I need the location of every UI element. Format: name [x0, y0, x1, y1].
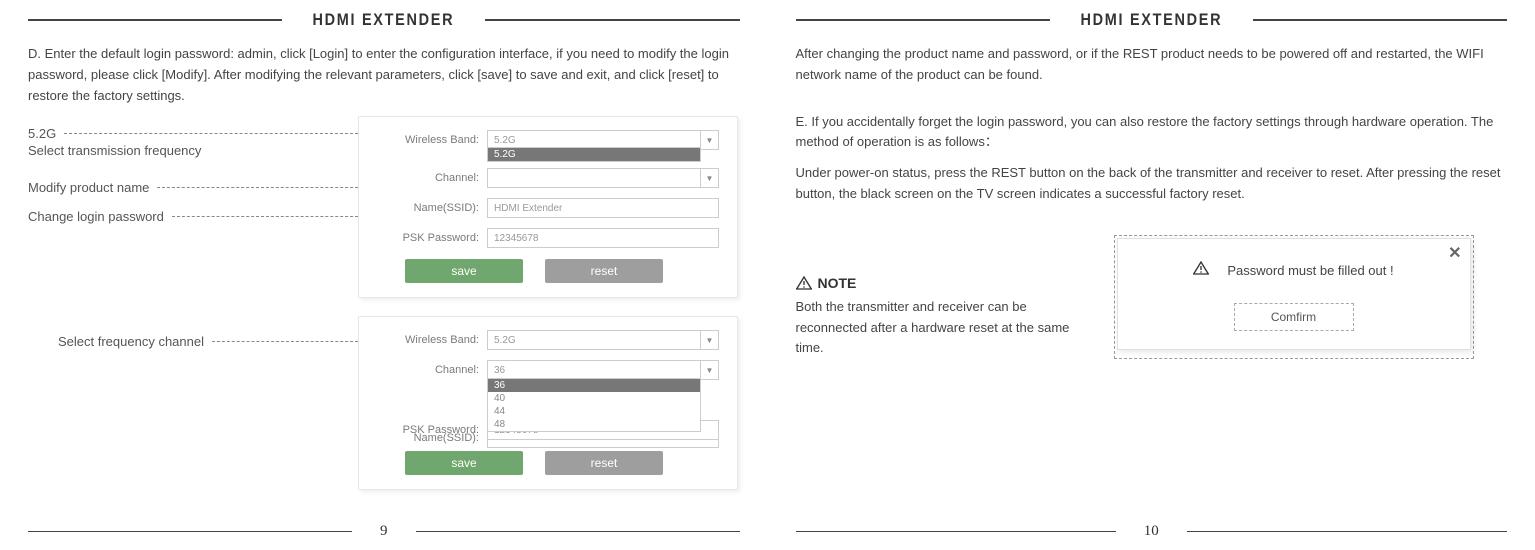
paragraph-e: E. If you accidentally forget the login … [796, 112, 1508, 154]
chevron-down-icon: ▼ [700, 131, 718, 149]
annotation-band: 5.2G [28, 126, 358, 141]
label-wireless-band: Wireless Band: [369, 334, 479, 346]
input-psk[interactable]: 12345678 [487, 228, 719, 248]
annotation-band-line1: 5.2G [28, 126, 56, 141]
select-channel-2[interactable]: 36 ▼ [487, 360, 719, 380]
dialog-inner: ✕ Password must be filled out ! Comfirm [1117, 238, 1471, 350]
config-panel-channel: Wireless Band: 5.2G ▼ Channel: 36 ▼ 36 4… [358, 316, 738, 490]
dropdown-option[interactable]: 40 [488, 392, 700, 405]
note-body: Both the transmitter and receiver can be… [796, 297, 1086, 359]
annotation-channel-text: Select frequency channel [58, 334, 204, 349]
dropdown-option[interactable]: 48 [488, 418, 700, 431]
annotation-password: Change login password [28, 209, 358, 224]
row-psk: PSK Password: 12345678 [369, 227, 719, 249]
header-rule-left [28, 19, 282, 21]
warning-icon [796, 276, 812, 290]
label-channel: Channel: [369, 364, 479, 376]
note-title: NOTE [818, 275, 857, 291]
button-row: save reset [369, 259, 719, 283]
button-row-2: save reset [369, 451, 719, 475]
dashed-connector [64, 133, 358, 134]
save-button[interactable]: save [405, 451, 523, 475]
dropdown-option[interactable]: 44 [488, 405, 700, 418]
page-number: 10 [1144, 523, 1159, 540]
footer-rule-left [796, 531, 1116, 532]
paragraph-after-change: After changing the product name and pass… [796, 44, 1508, 86]
select-channel[interactable]: ▼ [487, 168, 719, 188]
page-left: HDMI EXTENDER D. Enter the default login… [0, 0, 768, 550]
footer-rule-right [1187, 531, 1507, 532]
page-footer: 9 [28, 523, 740, 540]
confirm-button[interactable]: Comfirm [1234, 303, 1354, 331]
header-title: HDMI EXTENDER [313, 10, 455, 30]
page-header: HDMI EXTENDER [796, 10, 1508, 30]
chevron-down-icon: ▼ [700, 169, 718, 187]
dropdown-channel[interactable]: 36 40 44 48 [487, 378, 701, 432]
chevron-down-icon: ▼ [700, 331, 718, 349]
config-panel-band: Wireless Band: 5.2G ▼ 5.2G Channel: ▼ [358, 116, 738, 298]
input-psk-value: 12345678 [494, 233, 539, 244]
dropdown-option[interactable]: 36 [488, 379, 700, 392]
header-rule-right [1253, 19, 1507, 21]
dashed-connector [212, 341, 358, 342]
input-name[interactable]: HDMI Extender [487, 198, 719, 218]
dialog-message: Password must be filled out ! [1227, 263, 1393, 278]
header-rule-left [796, 19, 1050, 21]
dashed-connector [172, 216, 358, 217]
note-head: NOTE [796, 275, 1086, 291]
note-and-dialog: NOTE Both the transmitter and receiver c… [796, 235, 1508, 359]
dialog-box: ✕ Password must be filled out ! Comfirm [1114, 235, 1474, 359]
row-wireless-band: Wireless Band: 5.2G ▼ 5.2G [369, 129, 719, 151]
page-header: HDMI EXTENDER [28, 10, 740, 30]
select-wireless-band-2[interactable]: 5.2G ▼ [487, 330, 719, 350]
dropdown-wireless-band[interactable]: 5.2G [487, 147, 701, 162]
row-name: Name(SSID): HDMI Extender [369, 197, 719, 219]
label-psk: PSK Password: [369, 424, 479, 436]
label-channel: Channel: [369, 172, 479, 184]
annotation-band-line2: Select transmission frequency [28, 143, 201, 158]
select-wireless-band-value: 5.2G [494, 135, 516, 146]
row-wireless-band-2: Wireless Band: 5.2G ▼ [369, 329, 719, 351]
footer-rule-right [416, 531, 740, 532]
annotation-channel: Select frequency channel [28, 334, 358, 349]
label-name: Name(SSID): [369, 202, 479, 214]
footer-rule-left [28, 531, 352, 532]
note-block: NOTE Both the transmitter and receiver c… [796, 235, 1086, 359]
dropdown-option[interactable]: 5.2G [488, 148, 700, 161]
select-wireless-band-2-value: 5.2G [494, 335, 516, 346]
panels-column: Wireless Band: 5.2G ▼ 5.2G Channel: ▼ [358, 116, 740, 508]
dashed-connector [157, 187, 358, 188]
label-wireless-band: Wireless Band: [369, 134, 479, 146]
input-name-value: HDMI Extender [494, 203, 562, 214]
annotation-band-2: Select transmission frequency [28, 143, 358, 158]
annotations-column: 5.2G Select transmission frequency Modif… [28, 116, 358, 508]
close-icon[interactable]: ✕ [1448, 243, 1461, 263]
row-channel-2: Channel: 36 ▼ 36 40 44 48 [369, 359, 719, 381]
row-channel: Channel: ▼ [369, 167, 719, 189]
warning-icon [1193, 261, 1215, 281]
page-footer: 10 [796, 523, 1508, 540]
header-rule-right [485, 19, 739, 21]
label-psk: PSK Password: [369, 232, 479, 244]
save-button[interactable]: save [405, 259, 523, 283]
intro-paragraph: D. Enter the default login password: adm… [28, 44, 740, 106]
annotation-name: Modify product name [28, 180, 358, 195]
dialog-message-row: Password must be filled out ! [1118, 261, 1470, 281]
header-title: HDMI EXTENDER [1080, 10, 1222, 30]
left-content: 5.2G Select transmission frequency Modif… [28, 116, 740, 508]
annotation-password-text: Change login password [28, 209, 164, 224]
reset-button[interactable]: reset [545, 451, 663, 475]
chevron-down-icon: ▼ [700, 361, 718, 379]
page-right: HDMI EXTENDER After changing the product… [768, 0, 1535, 550]
reset-button[interactable]: reset [545, 259, 663, 283]
page-number: 9 [380, 523, 388, 540]
select-channel-2-value: 36 [494, 365, 505, 376]
paragraph-reset: Under power-on status, press the REST bu… [796, 163, 1508, 205]
annotation-name-text: Modify product name [28, 180, 149, 195]
